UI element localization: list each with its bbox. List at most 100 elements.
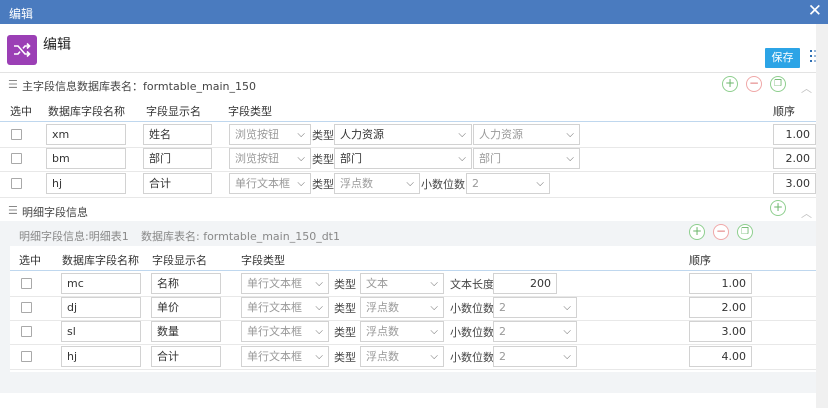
field-type-select[interactable]: 单行文本框 ⌵ [241, 321, 329, 342]
order-input[interactable]: 2.00 [689, 297, 752, 318]
field-type-select[interactable]: 单行文本框 ⌵ [241, 346, 329, 367]
field-type-value: 单行文本框 [247, 301, 302, 314]
subtype-value: 人力资源 [340, 128, 384, 141]
row-checkbox[interactable] [21, 326, 32, 337]
add-row-icon[interactable]: + [722, 76, 738, 92]
db-field-input[interactable]: dj [61, 297, 141, 318]
order-input[interactable]: 2.00 [773, 148, 816, 169]
subtype-select[interactable]: 文本 ⌵ [360, 273, 444, 294]
chevron-down-icon: ⌵ [315, 302, 323, 313]
remove-row-icon[interactable]: − [746, 76, 762, 92]
chevron-down-icon: ⌵ [297, 153, 305, 164]
subtype-value: 浮点数 [340, 177, 373, 190]
field-type-select[interactable]: 浏览按钮 ⌵ [229, 124, 311, 145]
row-checkbox[interactable] [11, 129, 22, 140]
decimal-places-select[interactable]: 2 ⌵ [493, 321, 577, 342]
chevron-down-icon: ⌵ [563, 351, 571, 362]
display-name-input[interactable]: 合计 [151, 346, 221, 367]
type-label: 类型 [312, 153, 334, 166]
display-name-input[interactable]: 数量 [151, 321, 221, 342]
column-header-order: 顺序 [773, 105, 795, 118]
field-type-select[interactable]: 浏览按钮 ⌵ [229, 148, 311, 169]
field-type-value: 单行文本框 [247, 325, 302, 338]
detail-table-caption: 明细字段信息:明细表1 [19, 230, 129, 243]
add-row-icon[interactable]: + [689, 224, 705, 240]
browse-type-select[interactable]: 人力资源 ⌵ [473, 124, 580, 145]
window-titlebar: 编辑 ✕ [0, 0, 828, 24]
chevron-down-icon: ⌵ [566, 129, 574, 140]
column-header-field-type: 字段类型 [241, 254, 285, 267]
header-divider [0, 72, 828, 73]
subtype-select[interactable]: 浮点数 ⌵ [360, 346, 444, 367]
row-checkbox[interactable] [21, 302, 32, 313]
display-name-input[interactable]: 名称 [151, 273, 221, 294]
subtype-value: 浮点数 [366, 325, 399, 338]
decimal-places-value: 2 [499, 325, 506, 338]
subtype-value: 浮点数 [366, 350, 399, 363]
field-type-value: 单行文本框 [235, 177, 290, 190]
detail-section-header: ☰ 明细字段信息 [0, 200, 828, 222]
column-header-db-name: 数据库字段名称 [62, 254, 139, 267]
browse-type-value: 人力资源 [479, 128, 523, 141]
browse-type-select[interactable]: 部门 ⌵ [473, 148, 580, 169]
close-icon[interactable]: ✕ [808, 2, 822, 20]
decimal-places-value: 2 [499, 301, 506, 314]
row-checkbox[interactable] [21, 351, 32, 362]
copy-row-icon[interactable]: ❐ [770, 76, 786, 92]
subtype-select[interactable]: 部门 ⌵ [334, 148, 472, 169]
subtype-select[interactable]: 人力资源 ⌵ [334, 124, 472, 145]
db-field-input[interactable]: xm [46, 124, 126, 145]
vertical-scrollbar[interactable] [816, 24, 828, 408]
field-type-value: 浏览按钮 [235, 128, 279, 141]
page-title: 编辑 [43, 37, 71, 53]
type-label: 类型 [312, 129, 334, 142]
row-checkbox[interactable] [11, 178, 22, 189]
subtype-select[interactable]: 浮点数 ⌵ [360, 297, 444, 318]
type-label: 类型 [334, 351, 356, 364]
field-type-select[interactable]: 单行文本框 ⌵ [241, 297, 329, 318]
main-section-label: 主字段信息数据库表名：formtable_main_150 [22, 80, 256, 93]
table-header-line [0, 121, 816, 122]
order-input[interactable]: 1.00 [689, 273, 752, 294]
db-field-input[interactable]: hj [46, 173, 126, 194]
decimal-places-select[interactable]: 2 ⌵ [493, 297, 577, 318]
display-name-input[interactable]: 部门 [143, 148, 212, 169]
field-type-value: 浏览按钮 [235, 152, 279, 165]
field-type-select[interactable]: 单行文本框 ⌵ [241, 273, 329, 294]
add-detail-table-icon[interactable]: + [770, 200, 786, 216]
decimal-places-select[interactable]: 2 ⌵ [493, 346, 577, 367]
display-name-input[interactable]: 姓名 [143, 124, 212, 145]
copy-row-icon[interactable]: ❐ [737, 224, 753, 240]
chevron-down-icon: ⌵ [536, 178, 544, 189]
column-header-display-name: 字段显示名 [146, 105, 201, 118]
row-divider [10, 344, 816, 345]
text-length-label: 文本长度 [450, 278, 494, 291]
save-button[interactable]: 保存 [765, 48, 800, 68]
subtype-select[interactable]: 浮点数 ⌵ [360, 321, 444, 342]
order-input[interactable]: 1.00 [773, 124, 816, 145]
collapse-icon[interactable]: ︿ [801, 205, 812, 221]
db-field-input[interactable]: sl [61, 321, 141, 342]
collapse-icon[interactable]: ︿ [801, 80, 812, 96]
text-length-input[interactable]: 200 [493, 273, 557, 294]
order-input[interactable]: 3.00 [773, 173, 816, 194]
row-checkbox[interactable] [11, 153, 22, 164]
db-field-input[interactable]: hj [61, 346, 141, 367]
shuffle-icon [7, 35, 37, 65]
display-name-input[interactable]: 单价 [151, 297, 221, 318]
db-field-input[interactable]: mc [61, 273, 141, 294]
subtype-select[interactable]: 浮点数 ⌵ [334, 173, 420, 194]
window-title: 编辑 [9, 7, 34, 21]
row-checkbox[interactable] [21, 278, 32, 289]
remove-row-icon[interactable]: − [713, 224, 729, 240]
field-type-select[interactable]: 单行文本框 ⌵ [229, 173, 311, 194]
chevron-down-icon: ⌵ [458, 153, 466, 164]
chevron-down-icon: ⌵ [563, 326, 571, 337]
decimal-places-label: 小数位数 [421, 178, 465, 191]
chevron-down-icon: ⌵ [566, 153, 574, 164]
decimal-places-select[interactable]: 2 ⌵ [466, 173, 550, 194]
order-input[interactable]: 4.00 [689, 346, 752, 367]
db-field-input[interactable]: bm [46, 148, 126, 169]
order-input[interactable]: 3.00 [689, 321, 752, 342]
display-name-input[interactable]: 合计 [143, 173, 212, 194]
